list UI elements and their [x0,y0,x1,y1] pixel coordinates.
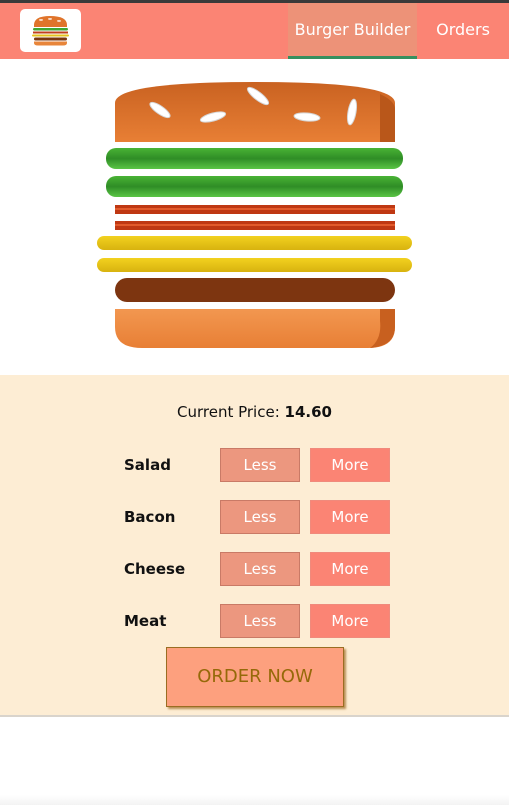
ingredient-control-bacon: Bacon Less More [0,500,509,534]
bacon-less-button[interactable]: Less [220,500,300,534]
bread-bottom-layer [115,309,395,348]
build-controls: Current Price: 14.60 Salad Less More Bac… [0,375,509,717]
salad-more-button[interactable]: More [310,448,390,482]
page-bottom-edge [0,795,509,805]
meat-less-button[interactable]: Less [220,604,300,638]
bacon-more-button[interactable]: More [310,500,390,534]
bread-top-layer [115,82,395,142]
price-value: 14.60 [284,403,332,421]
ingredient-label: Cheese [124,560,186,578]
ingredient-label: Meat [124,612,167,630]
bacon-layer [115,221,395,230]
nav-orders[interactable]: Orders [417,3,509,59]
cheese-more-button[interactable]: More [310,552,390,586]
toolbar: Burger Builder Orders [0,3,509,59]
burger-logo-icon[interactable] [20,9,81,52]
price-label: Current Price: [177,403,280,421]
ingredient-control-meat: Meat Less More [0,604,509,638]
salad-less-button[interactable]: Less [220,448,300,482]
salad-layer [106,148,403,169]
cheese-less-button[interactable]: Less [220,552,300,586]
burger-preview [0,59,509,375]
ingredient-label: Bacon [124,508,176,526]
ingredient-control-salad: Salad Less More [0,448,509,482]
salad-layer [106,176,403,197]
order-now-button[interactable]: ORDER NOW [166,647,344,707]
meat-more-button[interactable]: More [310,604,390,638]
meat-layer [115,278,395,302]
current-price: Current Price: 14.60 [0,403,509,421]
ingredient-control-cheese: Cheese Less More [0,552,509,586]
bacon-layer [115,205,395,214]
cheese-layer [97,236,412,250]
ingredient-label: Salad [124,456,171,474]
nav-burger-builder[interactable]: Burger Builder [288,3,417,59]
cheese-layer [97,258,412,272]
